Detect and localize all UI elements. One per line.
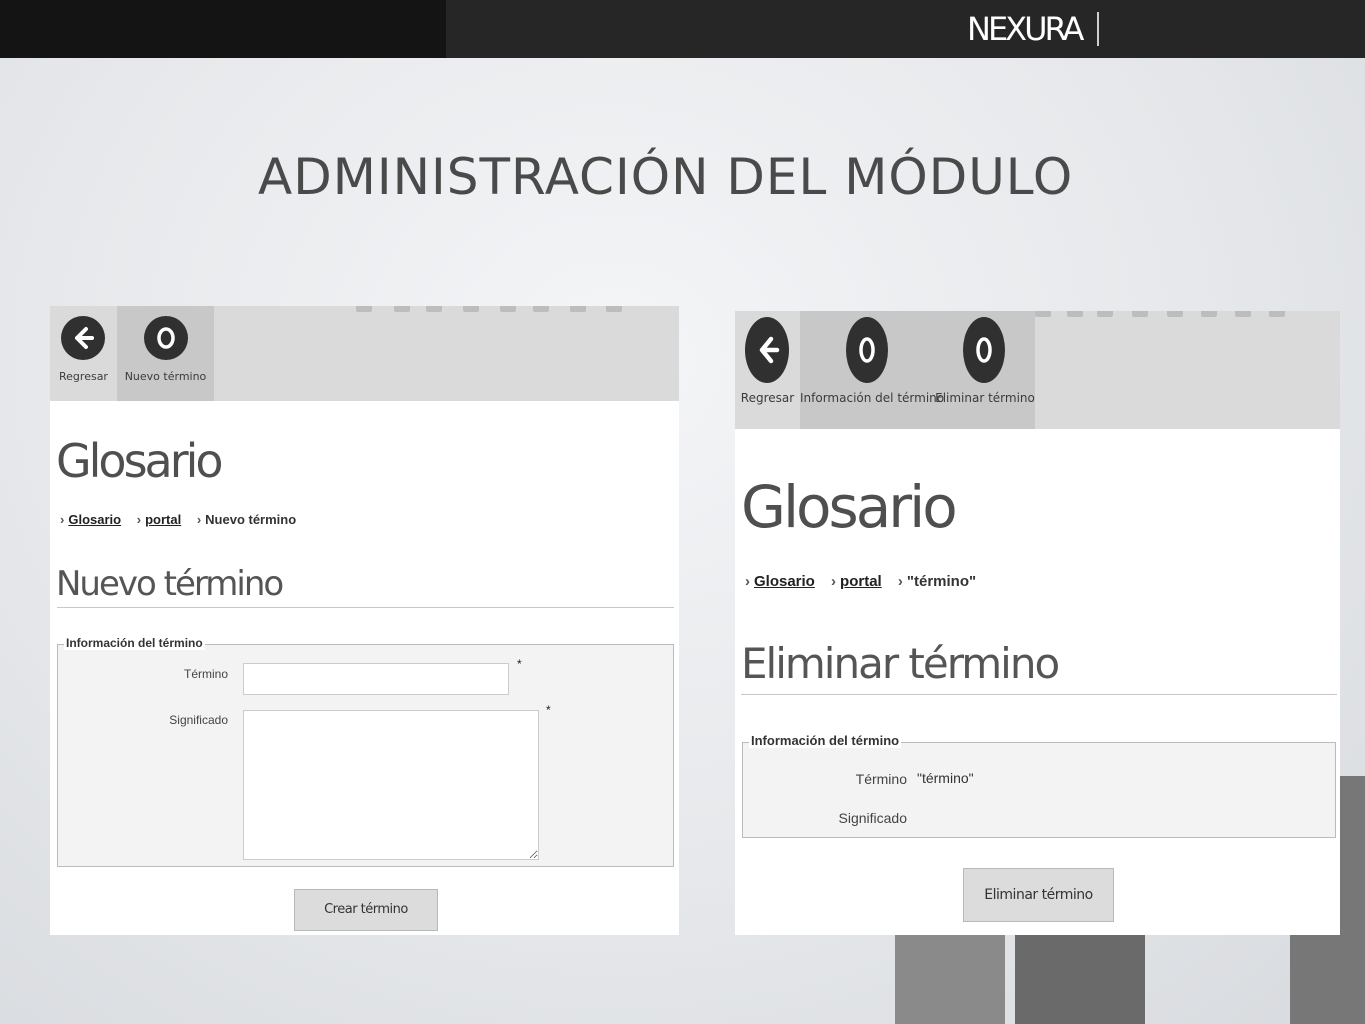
breadcrumb-link-glosario[interactable]: Glosario	[754, 573, 815, 590]
breadcrumb-link-portal[interactable]: portal	[840, 573, 882, 590]
back-button[interactable]: Regresar	[735, 311, 800, 429]
termino-value: "término"	[917, 770, 974, 786]
toolbar-ghost-icon	[1067, 311, 1083, 317]
top-bar: NEXURA	[0, 0, 1365, 58]
toolbar-ghost-icon	[463, 306, 479, 312]
toolbar-ghost-icon	[1235, 311, 1251, 317]
breadcrumb-link-glosario[interactable]: Glosario	[68, 512, 121, 527]
chevron-right-icon: ›	[745, 573, 750, 590]
screenshot-new-term: Regresar Nuevo término Glosario › Glosari…	[50, 306, 679, 935]
termino-input[interactable]	[243, 663, 509, 695]
circle-icon	[963, 317, 1005, 383]
toolbar-ghost-icon	[1097, 311, 1113, 317]
slide-title: ADMINISTRACIÓN DEL MÓDULO	[258, 148, 1074, 206]
significado-label: Significado	[838, 810, 908, 826]
toolbar-ghost-icon	[606, 306, 622, 312]
toolbar-ghost-icon	[1132, 311, 1148, 317]
screenshot-delete-term: Regresar Información del término Elimina…	[735, 311, 1340, 935]
delete-term-toolbar-label[interactable]: Eliminar término	[935, 391, 1035, 405]
chevron-right-icon: ›	[897, 573, 903, 590]
circle-icon	[846, 317, 888, 383]
toolbar-ghost-icon	[1269, 311, 1285, 317]
section-divider	[57, 607, 674, 608]
page-heading: Glosario	[741, 473, 958, 541]
term-info-button-label: Información del término	[800, 391, 945, 405]
termino-label: Término	[183, 667, 228, 681]
chevron-right-icon: ›	[60, 512, 65, 527]
chevron-right-icon: ›	[196, 512, 202, 527]
new-term-button-label: Nuevo término	[124, 370, 207, 383]
toolbar-ghost-icon	[426, 306, 442, 312]
chevron-right-icon: ›	[136, 512, 142, 527]
toolbar-ghost-icon	[1035, 311, 1051, 317]
page-heading: Glosario	[56, 434, 224, 488]
toolbar-ghost-icon	[533, 306, 549, 312]
toolbar-ghost-icon	[500, 306, 516, 312]
required-mark: *	[517, 657, 522, 671]
term-info-fieldset: Información del término Término "término…	[742, 733, 1336, 838]
termino-label: Término	[855, 771, 907, 787]
section-title: Eliminar término	[741, 639, 1060, 688]
new-term-button[interactable]: Nuevo término	[117, 306, 214, 401]
toolbar-ghost-icon	[570, 306, 586, 312]
toolbar-ghost-icon	[356, 306, 372, 312]
create-term-button[interactable]: Crear término	[294, 889, 438, 931]
breadcrumb-link-portal[interactable]: portal	[145, 512, 181, 527]
section-title: Nuevo término	[56, 564, 284, 604]
term-info-button[interactable]: Información del término Eliminar término	[800, 311, 1035, 429]
breadcrumb-current: Nuevo término	[205, 512, 297, 527]
term-info-fieldset: Información del término Término * Signif…	[57, 636, 674, 867]
top-bar-dark-panel	[0, 0, 446, 58]
fieldset-legend: Información del término	[64, 636, 205, 650]
delete-term-button[interactable]: Eliminar término	[963, 868, 1114, 922]
circle-icon	[144, 316, 188, 360]
toolbar-ghost-icon	[1167, 311, 1183, 317]
decor-block	[895, 935, 1005, 1024]
brand-logo: NEXURA	[967, 10, 1084, 48]
back-button[interactable]: Regresar	[50, 306, 117, 401]
toolbar-ghost-icon	[1201, 311, 1217, 317]
arrow-left-icon	[61, 316, 105, 360]
fieldset-legend: Información del término	[749, 733, 902, 748]
arrow-left-icon	[745, 317, 789, 383]
significado-textarea[interactable]	[243, 710, 539, 860]
breadcrumb: › Glosario › portal › "término"	[745, 573, 988, 590]
breadcrumb-current: "término"	[906, 573, 977, 590]
chevron-right-icon: ›	[831, 573, 837, 590]
decor-block	[1015, 935, 1145, 1024]
brand-separator	[1097, 12, 1099, 46]
toolbar-ghost-icon	[394, 306, 410, 312]
back-button-label: Regresar	[740, 391, 795, 405]
breadcrumb: › Glosario › portal › Nuevo término	[60, 512, 308, 527]
back-button-label: Regresar	[59, 370, 108, 383]
section-divider	[741, 694, 1337, 695]
required-mark: *	[546, 703, 551, 717]
significado-label: Significado	[169, 713, 228, 727]
toolbar: Regresar Información del término Elimina…	[735, 311, 1340, 429]
toolbar: Regresar Nuevo término	[50, 306, 679, 401]
